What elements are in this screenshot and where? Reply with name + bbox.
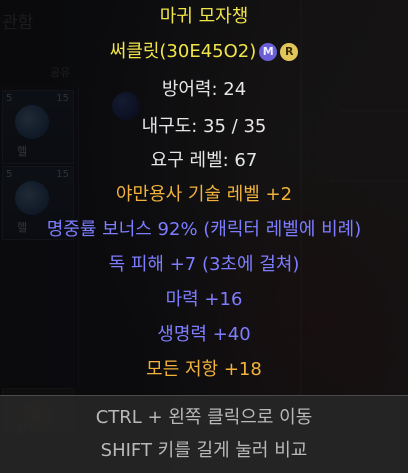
- item-tooltip: 마귀 모자챙 써클릿(30E45O2) M R 방어력: 24 내구도: 35 …: [0, 0, 408, 473]
- stat-accuracy: 명중률 보너스 92% (캐릭터 레벨에 비례): [46, 219, 362, 240]
- tooltip-footer: CTRL + 왼쪽 클릭으로 이동 SHIFT 키를 길게 눌러 비교: [0, 396, 408, 473]
- item-title: 마귀 모자챙: [159, 6, 249, 27]
- stat-skill-bonus: 야만용사 기술 레벨 +2: [115, 184, 293, 205]
- stat-all-resist: 모든 저항 +18: [146, 359, 262, 380]
- stat-poison: 독 피해 +7 (3초에 걸쳐): [108, 254, 300, 275]
- stat-required-level: 요구 레벨: 67: [150, 150, 258, 171]
- stat-life: 생명력 +40: [157, 324, 251, 345]
- item-base-name: 써클릿(30E45O2): [109, 41, 257, 62]
- stat-mana: 마력 +16: [165, 289, 243, 310]
- magic-badge-icon: M: [259, 43, 278, 61]
- item-name-row: 써클릿(30E45O2) M R: [0, 41, 408, 63]
- rare-badge-icon: R: [280, 43, 299, 61]
- stat-defense: 방어력: 24: [161, 79, 247, 100]
- compare-hint: SHIFT 키를 길게 눌러 비교: [100, 440, 308, 461]
- move-hint: CTRL + 왼쪽 클릭으로 이동: [95, 407, 313, 428]
- stat-durability: 내구도: 35 / 35: [141, 116, 267, 137]
- tooltip-body: 마귀 모자챙 써클릿(30E45O2) M R 방어력: 24 내구도: 35 …: [0, 0, 408, 395]
